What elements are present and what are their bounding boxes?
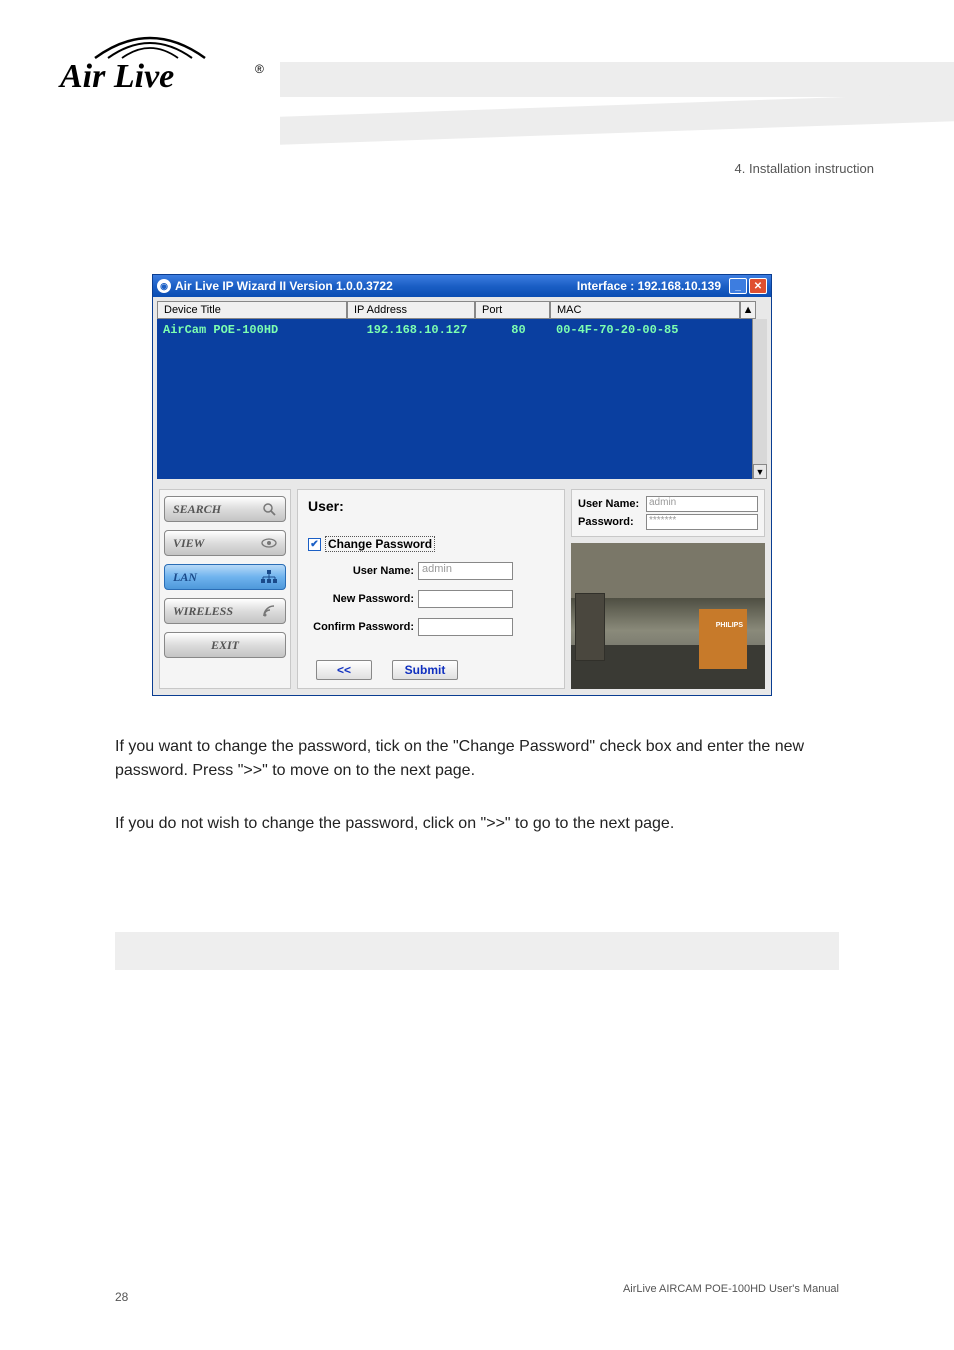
brand-logo: Air Live ® xyxy=(60,30,270,100)
change-password-checkbox[interactable]: ✔ xyxy=(308,538,321,551)
lower-panel: SEARCH VIEW LAN WIRELESS xyxy=(153,483,771,695)
chapter-label: 4. Installation instruction xyxy=(735,161,874,176)
cell-mac: 00-4F-70-20-00-85 xyxy=(556,323,746,337)
section-separator xyxy=(115,932,839,970)
user-heading: User: xyxy=(308,498,554,514)
camera-preview: PHILIPS xyxy=(571,543,765,689)
ip-wizard-window: ◉ Air Live IP Wizard II Version 1.0.0.37… xyxy=(152,274,772,696)
login-password-input[interactable]: ******* xyxy=(646,514,758,530)
header-stripe xyxy=(280,62,954,97)
eye-icon xyxy=(261,535,277,551)
wifi-icon xyxy=(261,603,277,619)
scroll-up-button[interactable]: ▲ xyxy=(740,301,756,319)
device-table: Device Title IP Address Port MAC ▲ AirCa… xyxy=(157,301,767,479)
username-label: User Name: xyxy=(308,565,418,577)
close-button[interactable]: ✕ xyxy=(749,278,767,294)
window-title: Air Live IP Wizard II Version 1.0.0.3722 xyxy=(175,279,393,293)
interface-label: Interface : 192.168.10.139 xyxy=(577,279,721,293)
new-password-label: New Password: xyxy=(308,593,418,605)
footer-line1: AirLive AIRCAM POE-100HD User's Manual xyxy=(623,1282,839,1297)
footer-text: AirLive AIRCAM POE-100HD User's Manual xyxy=(623,1282,839,1297)
wireless-button[interactable]: WIRELESS xyxy=(164,598,286,624)
user-panel: User: ✔ Change Password User Name: admin… xyxy=(297,489,565,689)
lan-button[interactable]: LAN xyxy=(164,564,286,590)
registered-icon: ® xyxy=(255,62,264,76)
cell-ip: 192.168.10.127 xyxy=(353,323,481,337)
search-label: SEARCH xyxy=(173,502,221,517)
right-panel: User Name: admin Password: ******* PHILI… xyxy=(571,489,765,689)
exit-button[interactable]: EXIT xyxy=(164,632,286,658)
sidebar: SEARCH VIEW LAN WIRELESS xyxy=(159,489,291,689)
login-box: User Name: admin Password: ******* xyxy=(571,489,765,537)
header-stripe-lower xyxy=(280,93,954,145)
col-port[interactable]: Port xyxy=(475,301,550,319)
search-button[interactable]: SEARCH xyxy=(164,496,286,522)
table-body: AirCam POE-100HD 192.168.10.127 80 00-4F… xyxy=(157,319,767,479)
login-username-label: User Name: xyxy=(578,498,646,510)
vertical-scrollbar[interactable]: ▼ xyxy=(752,319,767,479)
cell-port: 80 xyxy=(481,323,556,337)
change-password-label: Change Password xyxy=(325,536,435,552)
col-ip-address[interactable]: IP Address xyxy=(347,301,475,319)
confirm-password-label: Confirm Password: xyxy=(308,621,418,633)
network-icon xyxy=(261,569,277,585)
minimize-button[interactable]: _ xyxy=(729,278,747,294)
view-button[interactable]: VIEW xyxy=(164,530,286,556)
app-icon: ◉ xyxy=(157,279,171,293)
exit-label: EXIT xyxy=(211,638,239,653)
window-titlebar[interactable]: ◉ Air Live IP Wizard II Version 1.0.0.37… xyxy=(153,275,771,297)
confirm-password-input[interactable] xyxy=(418,618,513,636)
view-label: VIEW xyxy=(173,536,204,551)
table-header-row: Device Title IP Address Port MAC ▲ xyxy=(157,301,767,319)
logo-arc-icon xyxy=(90,30,210,60)
username-input[interactable]: admin xyxy=(418,562,513,580)
col-device-title[interactable]: Device Title xyxy=(157,301,347,319)
scroll-down-button[interactable]: ▼ xyxy=(753,464,767,479)
col-mac[interactable]: MAC xyxy=(550,301,740,319)
back-button[interactable]: << xyxy=(316,660,372,680)
login-username-input[interactable]: admin xyxy=(646,496,758,512)
table-row[interactable]: AirCam POE-100HD 192.168.10.127 80 00-4F… xyxy=(157,319,752,341)
page-number: 28 xyxy=(115,1290,128,1304)
lan-label: LAN xyxy=(173,570,197,585)
login-password-label: Password: xyxy=(578,516,646,528)
search-icon xyxy=(261,501,277,517)
wireless-label: WIRELESS xyxy=(173,604,233,619)
body-paragraph-1: If you want to change the password, tick… xyxy=(115,735,839,783)
body-paragraph-2: If you do not wish to change the passwor… xyxy=(115,812,839,836)
preview-box-label: PHILIPS xyxy=(716,622,743,629)
new-password-input[interactable] xyxy=(418,590,513,608)
cell-device-title: AirCam POE-100HD xyxy=(163,323,353,337)
logo-text: Air Live xyxy=(60,58,174,96)
chapter-heading: 4. Installation instruction xyxy=(735,160,874,178)
submit-button[interactable]: Submit xyxy=(392,660,458,680)
